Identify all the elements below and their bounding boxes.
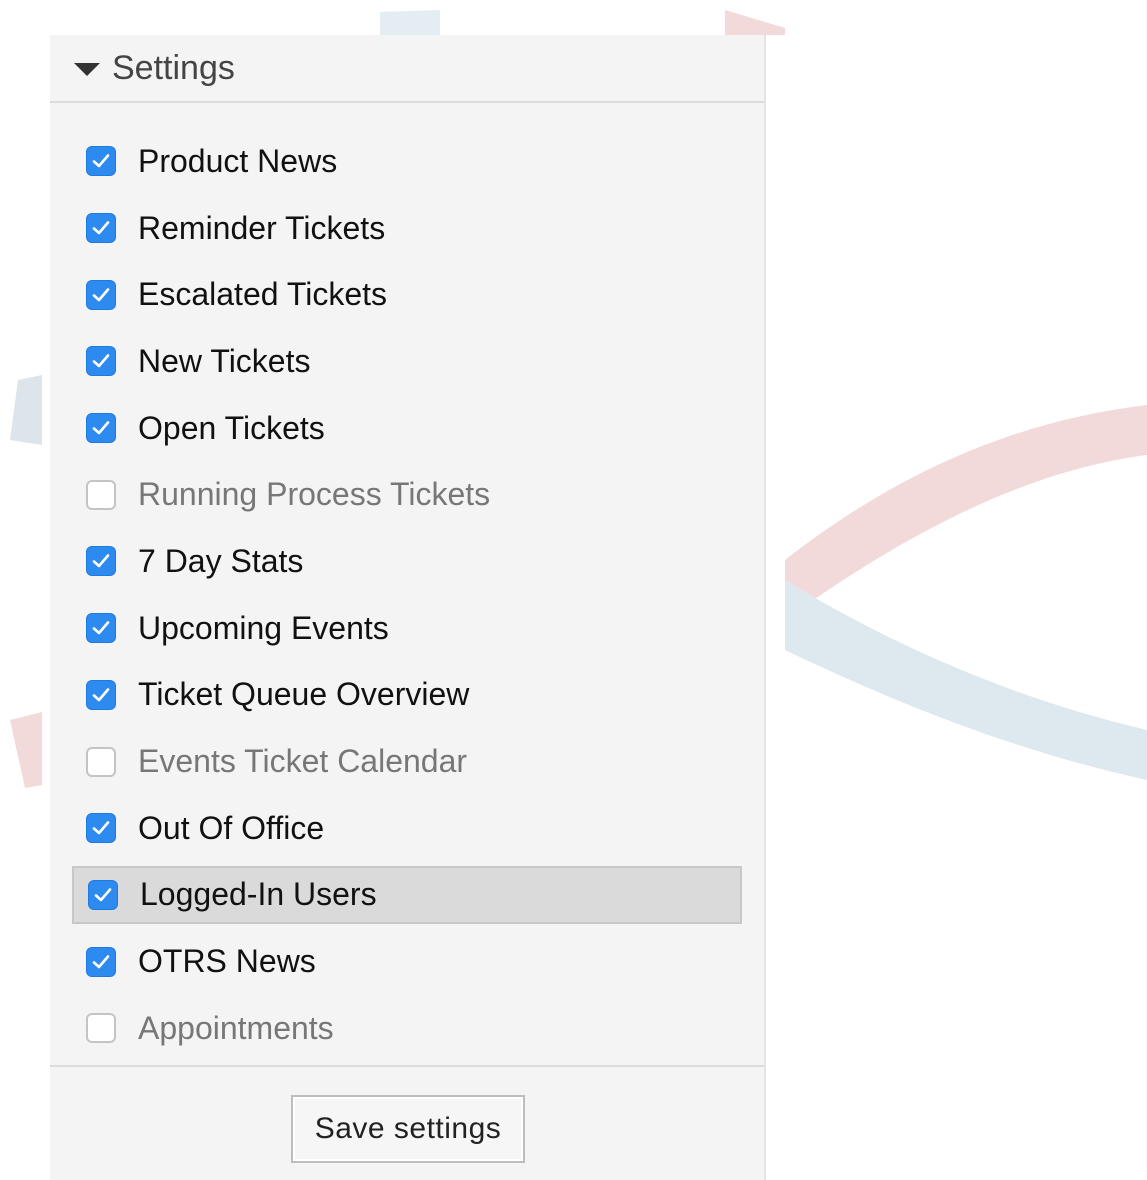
checkmark-icon (92, 353, 110, 369)
checkmark-icon (92, 687, 110, 703)
dashlet-option[interactable]: Logged-In Users (72, 865, 742, 924)
save-settings-button[interactable]: Save settings (291, 1095, 525, 1163)
checkmark-icon (92, 820, 110, 836)
dashlet-option[interactable]: Product News (50, 128, 764, 195)
caret-down-icon[interactable] (74, 62, 100, 76)
settings-footer: Save settings (50, 1065, 764, 1180)
dashlet-option[interactable]: Upcoming Events (50, 595, 764, 662)
checkbox[interactable] (86, 146, 116, 177)
dashlet-option-label: Upcoming Events (138, 609, 389, 646)
dashlet-option[interactable]: Events Ticket Calendar (50, 728, 764, 795)
dashlet-option[interactable]: Ticket Queue Overview (50, 662, 764, 729)
checkbox[interactable] (86, 413, 116, 444)
checkbox[interactable] (86, 346, 116, 377)
settings-header[interactable]: Settings (50, 35, 764, 103)
checkbox[interactable] (86, 213, 116, 244)
checkmark-icon (92, 553, 110, 569)
dashlet-list: Product News Reminder Tickets Escalated Ti… (50, 128, 764, 1062)
checkbox[interactable] (86, 1013, 116, 1044)
settings-panel: Settings Product News Reminder Tickets Esc… (50, 35, 766, 1180)
dashlet-option-label: Open Tickets (138, 409, 325, 446)
checkbox[interactable] (86, 679, 116, 710)
checkbox[interactable] (86, 279, 116, 310)
checkbox[interactable] (86, 546, 116, 577)
dashlet-option-label: Product News (138, 142, 338, 179)
dashlet-option[interactable]: Reminder Tickets (50, 195, 764, 262)
checkbox[interactable] (88, 879, 118, 910)
dashlet-option-label: Running Process Tickets (138, 476, 491, 513)
dashlet-option-label: New Tickets (138, 342, 311, 379)
checkmark-icon (92, 420, 110, 436)
dashlet-option-label: Out Of Office (138, 809, 325, 846)
dashlet-option[interactable]: Open Tickets (50, 395, 764, 462)
dashlet-option-label: Logged-In Users (140, 876, 377, 913)
checkmark-icon (92, 153, 110, 169)
checkbox[interactable] (86, 946, 116, 977)
dashlet-option-label: Events Ticket Calendar (138, 743, 468, 780)
checkbox[interactable] (86, 613, 116, 644)
checkmark-icon (92, 620, 110, 636)
settings-title: Settings (112, 48, 235, 87)
checkmark-icon (94, 887, 112, 903)
dashlet-option[interactable]: New Tickets (50, 328, 764, 395)
dashlet-option-label: OTRS News (138, 943, 316, 980)
dashlet-option-label: 7 Day Stats (138, 542, 304, 579)
dashlet-option[interactable]: Escalated Tickets (50, 261, 764, 328)
checkmark-icon (92, 954, 110, 970)
dashlet-option[interactable]: Running Process Tickets (50, 461, 764, 528)
checkbox[interactable] (86, 479, 116, 510)
dashlet-option[interactable]: OTRS News (50, 928, 764, 995)
checkbox[interactable] (86, 813, 116, 844)
checkmark-icon (92, 220, 110, 236)
checkmark-icon (92, 287, 110, 303)
checkbox[interactable] (86, 746, 116, 777)
dashlet-option-label: Reminder Tickets (138, 209, 386, 246)
dashlet-option-label: Ticket Queue Overview (138, 676, 470, 713)
dashlet-option[interactable]: Appointments (50, 995, 764, 1062)
dashlet-option-label: Appointments (138, 1009, 334, 1046)
dashlet-option[interactable]: Out Of Office (50, 795, 764, 862)
dashlet-option[interactable]: 7 Day Stats (50, 528, 764, 595)
dashlet-option-label: Escalated Tickets (138, 276, 387, 313)
